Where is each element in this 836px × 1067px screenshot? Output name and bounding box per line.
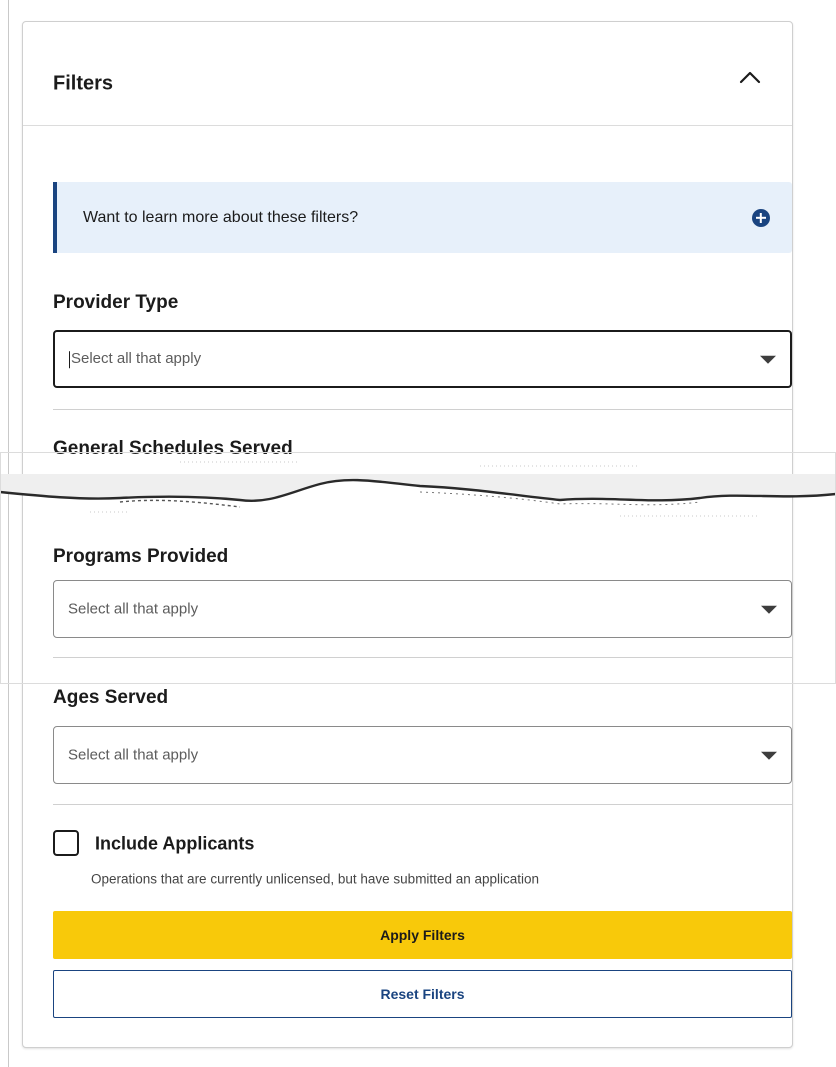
general-schedules-label: General Schedules Served — [53, 438, 293, 459]
info-text: Want to learn more about these filters? — [83, 208, 359, 226]
programs-provided-label: Programs Provided — [53, 546, 229, 567]
filters-info-accordion[interactable]: Want to learn more about these filters? — [53, 182, 792, 253]
provider-type-select[interactable]: Select all that apply — [53, 330, 792, 388]
caret-down-icon — [761, 605, 777, 614]
programs-provided-placeholder: Select all that apply — [68, 600, 199, 618]
divider — [53, 804, 792, 805]
chevron-up-icon — [739, 71, 761, 83]
apply-filters-button[interactable]: Apply Filters — [53, 911, 792, 959]
ages-served-placeholder: Select all that apply — [68, 746, 199, 764]
provider-type-label: Provider Type — [53, 292, 179, 313]
filters-title: Filters — [53, 72, 114, 95]
plus-circle-icon[interactable] — [752, 208, 770, 227]
filters-panel: Filters Want to learn more about these f… — [22, 21, 793, 1048]
divider — [53, 657, 792, 658]
ages-served-label: Ages Served — [53, 687, 169, 708]
collapse-filters-button[interactable] — [728, 56, 772, 100]
programs-provided-select[interactable]: Select all that apply — [53, 580, 792, 638]
caret-down-icon — [761, 751, 777, 760]
provider-type-placeholder: Select all that apply — [69, 350, 201, 368]
provider-type-placeholder-text: Select all that apply — [71, 350, 202, 368]
caret-down-icon — [760, 355, 776, 364]
reset-filters-button[interactable]: Reset Filters — [53, 970, 792, 1018]
page-left-border — [8, 0, 9, 1067]
ages-served-select[interactable]: Select all that apply — [53, 726, 792, 784]
include-applicants-checkbox[interactable] — [53, 830, 79, 856]
filters-header: Filters — [23, 22, 792, 126]
include-applicants-label[interactable]: Include Applicants — [95, 834, 254, 855]
text-cursor — [69, 350, 70, 368]
include-applicants-hint: Operations that are currently unlicensed… — [91, 871, 540, 887]
divider — [53, 409, 792, 410]
